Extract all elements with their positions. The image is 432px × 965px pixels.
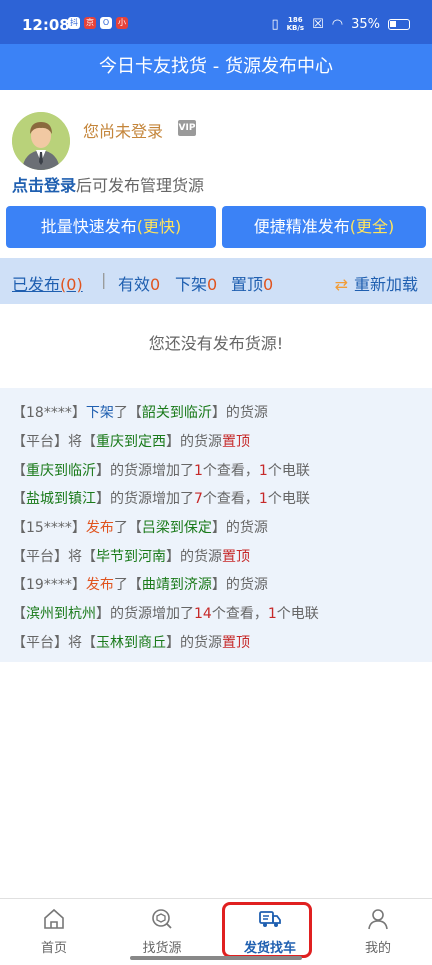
feed-item: 【平台】将【重庆到定西】的货源置顶 bbox=[12, 434, 250, 450]
cargo-search-icon bbox=[152, 909, 172, 929]
app-icon: O bbox=[100, 17, 112, 29]
login-hint-text: 后可发布管理货源 bbox=[76, 176, 205, 195]
feed-item: 【平台】将【玉林到商丘】的货源置顶 bbox=[12, 635, 250, 651]
activity-feed: 【18****】下架了【韶关到临沂】的货源 【平台】将【重庆到定西】的货源置顶 … bbox=[0, 388, 432, 662]
bottom-nav: 首页 找货源 发货找车 我的 bbox=[0, 898, 432, 964]
profile-section: 您尚未登录 VIP 点击登录后可发布管理货源 bbox=[0, 90, 432, 198]
status-bar: 12:08 抖 京 O 小 ▯ 186 KB/s ☒ ◠ 35% bbox=[0, 0, 432, 50]
batch-publish-accent: (更快) bbox=[136, 217, 182, 236]
tab-published[interactable]: 已发布(0) bbox=[12, 271, 83, 295]
status-time: 12:08 bbox=[22, 16, 70, 34]
app-icon: 小 bbox=[116, 17, 128, 29]
home-icon bbox=[44, 908, 64, 929]
login-hint: 点击登录后可发布管理货源 bbox=[12, 172, 204, 196]
jd-icon: 京 bbox=[84, 17, 96, 29]
nav-home[interactable]: 首页 bbox=[0, 899, 108, 965]
home-indicator bbox=[130, 956, 302, 960]
status-tabs: 已发布(0) | 有效0 下架0 置顶0 ⇄ 重新加载 bbox=[0, 258, 432, 304]
avatar[interactable] bbox=[12, 112, 70, 170]
tiktok-icon: 抖 bbox=[68, 17, 80, 29]
page-title: 今日卡友找货 - 货源发布中心 bbox=[0, 44, 432, 90]
tab-divider: | bbox=[101, 270, 107, 289]
login-link[interactable]: 点击登录 bbox=[12, 176, 76, 195]
refresh-icon: ⇄ bbox=[334, 275, 348, 294]
battery-icon bbox=[388, 18, 410, 30]
feed-item: 【15****】发布了【吕梁到保定】的货源 bbox=[12, 520, 268, 536]
feed-item: 【盐城到镇江】的货源增加了7个查看，1个电联 bbox=[12, 491, 310, 507]
feed-item: 【18****】下架了【韶关到临沂】的货源 bbox=[12, 405, 268, 421]
batch-publish-label: 批量快速发布 bbox=[40, 217, 137, 236]
vibrate-icon: ▯ bbox=[271, 16, 279, 32]
batch-publish-button[interactable]: 批量快速发布(更快) bbox=[6, 206, 216, 248]
feed-item: 【19****】发布了【曲靖到济源】的货源 bbox=[12, 577, 268, 593]
reload-button[interactable]: ⇄ 重新加载 bbox=[335, 271, 418, 295]
empty-message: 您还没有发布货源! bbox=[148, 334, 284, 353]
feed-item: 【重庆到临沂】的货源增加了1个查看，1个电联 bbox=[12, 463, 310, 479]
feed-item: 【滨州到杭州】的货源增加了14个查看，1个电联 bbox=[12, 606, 319, 622]
sim-icon: ☒ bbox=[312, 16, 324, 32]
highlight-box bbox=[222, 902, 312, 958]
battery-percent: 35% bbox=[351, 16, 380, 32]
tab-valid[interactable]: 有效0 bbox=[118, 271, 160, 295]
vip-badge-icon: VIP bbox=[178, 120, 196, 136]
precise-publish-accent: (更全) bbox=[349, 217, 395, 236]
precise-publish-label: 便捷精准发布 bbox=[253, 217, 350, 236]
nav-mine[interactable]: 我的 bbox=[324, 899, 432, 965]
feed-item: 【平台】将【毕节到河南】的货源置顶 bbox=[12, 549, 250, 565]
avatar-icon bbox=[12, 112, 70, 170]
login-status: 您尚未登录 bbox=[83, 122, 164, 141]
wifi-icon: ◠ bbox=[331, 16, 344, 32]
network-speed: 186 KB/s bbox=[286, 16, 305, 32]
precise-publish-button[interactable]: 便捷精准发布(更全) bbox=[222, 206, 426, 248]
tab-removed[interactable]: 下架0 bbox=[175, 271, 217, 295]
notification-icons: 抖 京 O 小 bbox=[68, 17, 128, 29]
tab-pinned[interactable]: 置顶0 bbox=[231, 271, 273, 295]
user-icon bbox=[368, 909, 388, 930]
